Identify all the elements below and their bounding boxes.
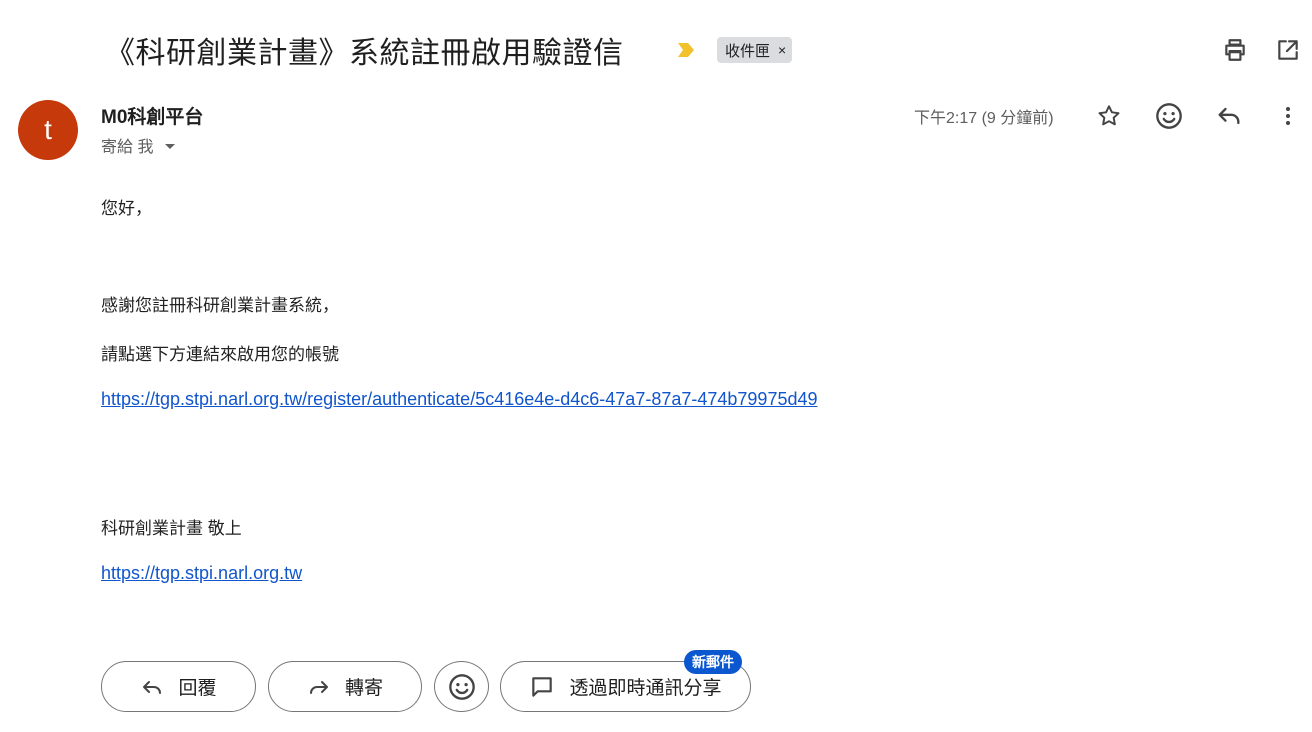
forward-button[interactable]: 轉寄 — [268, 661, 422, 712]
email-body-line: 感謝您註冊科研創業計畫系統， — [101, 296, 339, 315]
site-link[interactable]: https://tgp.stpi.narl.org.tw — [101, 563, 302, 584]
reply-button-label: 回覆 — [178, 678, 217, 699]
remove-label-button[interactable]: × — [778, 42, 786, 58]
verification-link[interactable]: https://tgp.stpi.narl.org.tw/register/au… — [101, 389, 818, 410]
email-subject: 《科研創業計畫》系統註冊啟用驗證信 — [105, 36, 624, 71]
inbox-label-text: 收件匣 — [725, 42, 771, 60]
emoji-icon[interactable] — [1151, 98, 1187, 134]
email-signature: 科研創業計畫 敬上 — [101, 519, 242, 538]
emoji-reaction-button[interactable] — [434, 661, 489, 712]
more-vert-icon[interactable] — [1270, 98, 1306, 134]
new-feature-badge: 新郵件 — [684, 650, 742, 674]
share-via-chat-label: 透過即時通訊分享 — [569, 678, 722, 699]
reply-button[interactable]: 回覆 — [101, 661, 256, 712]
print-icon[interactable] — [1221, 36, 1249, 64]
importance-marker-icon[interactable] — [676, 41, 696, 59]
recipient-line: 寄給 我 — [101, 139, 154, 156]
forward-button-label: 轉寄 — [344, 678, 383, 699]
email-greeting: 您好， — [101, 199, 152, 218]
forward-icon — [309, 680, 328, 694]
star-icon[interactable] — [1091, 98, 1127, 134]
reply-icon — [143, 680, 162, 694]
inbox-label-chip: 收件匣 × — [717, 37, 793, 63]
open-in-new-window-icon[interactable] — [1274, 36, 1302, 64]
sender-avatar[interactable]: t — [18, 100, 78, 160]
message-timestamp: 下午2:17 (9 分鐘前) — [914, 110, 1054, 127]
recipient-details-toggle[interactable]: 寄給 我 — [101, 133, 176, 157]
chevron-down-icon[interactable] — [165, 144, 176, 149]
email-body-line: 請點選下方連結來啟用您的帳號 — [101, 345, 339, 364]
chat-icon — [532, 676, 553, 697]
emoji-icon — [448, 673, 475, 700]
reply-icon[interactable] — [1211, 98, 1247, 134]
sender-name[interactable]: M0科創平台 — [101, 102, 203, 129]
